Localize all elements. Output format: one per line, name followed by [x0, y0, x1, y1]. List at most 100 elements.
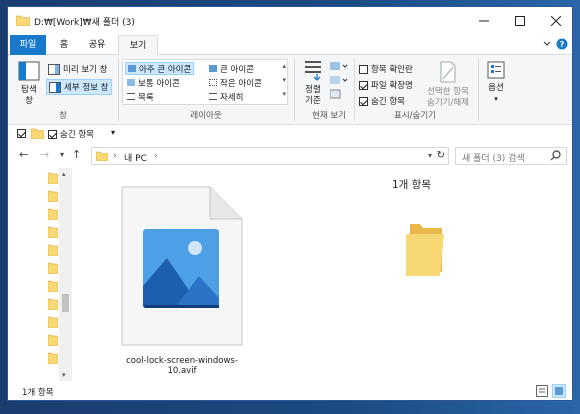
options-icon — [487, 61, 505, 79]
ribbon-divider — [294, 59, 295, 121]
layout-small-icons[interactable]: 작은 아이콘 — [207, 76, 264, 89]
search-box[interactable]: 새 폴더 (3) 검색 — [455, 147, 567, 165]
breadcrumb-separator[interactable]: › — [113, 151, 117, 161]
status-item-count: 1개 항목 — [22, 388, 54, 398]
ribbon-view: 탐색 창 미리 보기 창 세부 정보 창 창 아주 큰 아이콘 큰 아이콘 보통… — [8, 55, 572, 125]
nav-pane-label-line2: 창 — [25, 96, 33, 106]
breadcrumb-this-pc[interactable]: 내 PC — [124, 151, 147, 164]
current-view-group-label: 현재 보기 — [312, 111, 346, 121]
folder-icon[interactable] — [47, 280, 59, 295]
layout-gallery: 아주 큰 아이콘 큰 아이콘 보통 아이콘 작은 아이콘 목록 자세히 ▴ ▾ … — [122, 59, 288, 105]
maximize-button[interactable] — [502, 7, 538, 35]
refresh-icon[interactable]: ↻ — [437, 150, 445, 161]
hide-selected-button[interactable]: 선택한 항목 숨기기/해제 — [422, 61, 474, 109]
layout-label: 목록 — [138, 92, 154, 103]
folder-icon[interactable] — [47, 334, 59, 349]
preview-pane-label: 미리 보기 창 — [63, 65, 108, 75]
recent-locations-icon[interactable]: ▾ — [60, 150, 64, 159]
layout-label: 아주 큰 아이콘 — [139, 64, 192, 75]
gallery-scroll-down-icon[interactable]: ▾ — [282, 76, 286, 84]
preview-pane-icon — [48, 63, 60, 75]
nav-pane-label-line1: 탐색 — [21, 85, 37, 95]
qa-hidden-items-toggle[interactable]: 숨긴 항목 — [48, 128, 94, 140]
group-by-button[interactable] — [330, 61, 348, 74]
item-checkboxes-toggle[interactable]: 항목 확인란 — [359, 63, 413, 75]
gallery-expand-icon[interactable]: ▾ — [282, 90, 286, 98]
layout-label: 작은 아이콘 — [220, 78, 262, 89]
file-item[interactable]: cool-lock-screen-windows-10.avif — [112, 178, 252, 376]
folder-icon[interactable] — [47, 190, 59, 205]
tab-file[interactable]: 파일 — [10, 35, 46, 55]
tab-home[interactable]: 홈 — [52, 35, 76, 55]
folder-icon[interactable] — [47, 226, 59, 241]
add-columns-button[interactable] — [330, 75, 348, 88]
size-columns-button[interactable] — [329, 89, 342, 102]
panes-group-label: 창 — [59, 111, 67, 121]
file-extensions-toggle[interactable]: 파일 확장명 — [359, 79, 413, 91]
details-view-icon[interactable] — [536, 385, 548, 400]
options-label: 옵션 — [488, 83, 504, 93]
search-icon[interactable] — [550, 150, 561, 164]
layout-group-label: 레이아웃 — [190, 111, 222, 121]
scroll-up-icon[interactable]: ▴ — [62, 170, 66, 178]
address-row: ← → ▾ ↑ › 내 PC › ▾ ↻ 새 폴더 (3) 검색 — [8, 144, 572, 168]
file-extensions-checkbox[interactable] — [359, 80, 368, 90]
scrollbar-thumb[interactable] — [62, 294, 69, 312]
explorer-window: D:₩[Work]₩새 폴더 (3) 파일 홈 공유 보기 ? 탐색 창 미리 … — [7, 6, 573, 401]
layout-details[interactable]: 자세히 — [207, 90, 245, 103]
chevron-down-icon[interactable] — [542, 39, 552, 52]
sort-by-button[interactable]: 정렬 기준 — [300, 59, 326, 107]
options-button[interactable]: 옵션 ▾ — [482, 61, 510, 105]
close-button[interactable] — [538, 7, 572, 35]
help-icon[interactable]: ? — [556, 38, 568, 53]
layout-medium-icons[interactable]: 보통 아이콘 — [125, 76, 182, 89]
details-pane-button[interactable]: 세부 정보 창 — [46, 79, 112, 95]
folder-icon[interactable] — [47, 262, 59, 277]
ribbon-divider — [354, 59, 355, 121]
hidden-items-checkbox[interactable] — [359, 96, 368, 106]
navigation-pane-scrollbar[interactable]: ▴ ▾ — [59, 168, 72, 381]
folder-icon[interactable] — [47, 352, 59, 367]
svg-text:?: ? — [560, 40, 565, 49]
navigation-pane-icon — [18, 61, 40, 81]
minimize-button[interactable] — [466, 7, 502, 35]
layout-list[interactable]: 목록 — [125, 90, 156, 103]
customize-toolbar-icon[interactable]: ▾ — [111, 128, 115, 137]
folder-icon[interactable] — [47, 298, 59, 313]
layout-extra-large-icons[interactable]: 아주 큰 아이콘 — [125, 62, 195, 75]
item-checkboxes-checkbox[interactable] — [359, 64, 368, 74]
large-icons-view-icon[interactable] — [552, 384, 566, 398]
folder-icon[interactable] — [47, 316, 59, 331]
folder-icon[interactable] — [47, 244, 59, 259]
folder-icon — [404, 218, 448, 281]
forward-arrow-icon[interactable]: → — [40, 148, 49, 161]
show-hide-group-label: 표시/숨기기 — [394, 111, 436, 121]
tab-view[interactable]: 보기 — [118, 35, 158, 56]
folder-icon[interactable] — [47, 172, 59, 187]
file-extensions-label: 파일 확장명 — [371, 81, 413, 91]
large-icons-icon — [209, 65, 217, 72]
add-columns-icon — [330, 76, 348, 84]
qa-hidden-items-checkbox[interactable] — [48, 129, 57, 139]
back-arrow-icon[interactable]: ← — [19, 148, 28, 161]
address-bar[interactable]: › 내 PC › ▾ ↻ — [91, 147, 449, 165]
tab-share[interactable]: 공유 — [82, 35, 112, 55]
address-dropdown-icon[interactable]: ▾ — [428, 151, 432, 160]
ribbon-divider — [118, 59, 119, 121]
layout-large-icons[interactable]: 큰 아이콘 — [207, 62, 256, 75]
file-view: cool-lock-screen-windows-10.avif 1개 항목 — [72, 168, 572, 381]
item-checkboxes-label: 항목 확인란 — [371, 65, 413, 75]
size-columns-icon — [329, 89, 341, 99]
hide-selected-icon — [440, 61, 456, 83]
navigation-pane-button[interactable]: 탐색 창 — [14, 61, 44, 107]
preview-pane-button[interactable]: 미리 보기 창 — [48, 63, 108, 75]
breadcrumb-separator[interactable]: › — [154, 151, 158, 161]
hidden-items-toggle[interactable]: 숨긴 항목 — [359, 95, 405, 107]
folder-icon[interactable] — [47, 208, 59, 223]
gallery-scroll-up-icon[interactable]: ▴ — [282, 62, 286, 70]
search-input[interactable]: 새 폴더 (3) 검색 — [462, 151, 525, 164]
up-arrow-icon[interactable]: ↑ — [72, 148, 81, 161]
window-title: D:₩[Work]₩새 폴더 (3) — [34, 18, 135, 28]
properties-checkbox-icon[interactable] — [17, 129, 26, 138]
scroll-down-icon[interactable]: ▾ — [62, 371, 66, 379]
